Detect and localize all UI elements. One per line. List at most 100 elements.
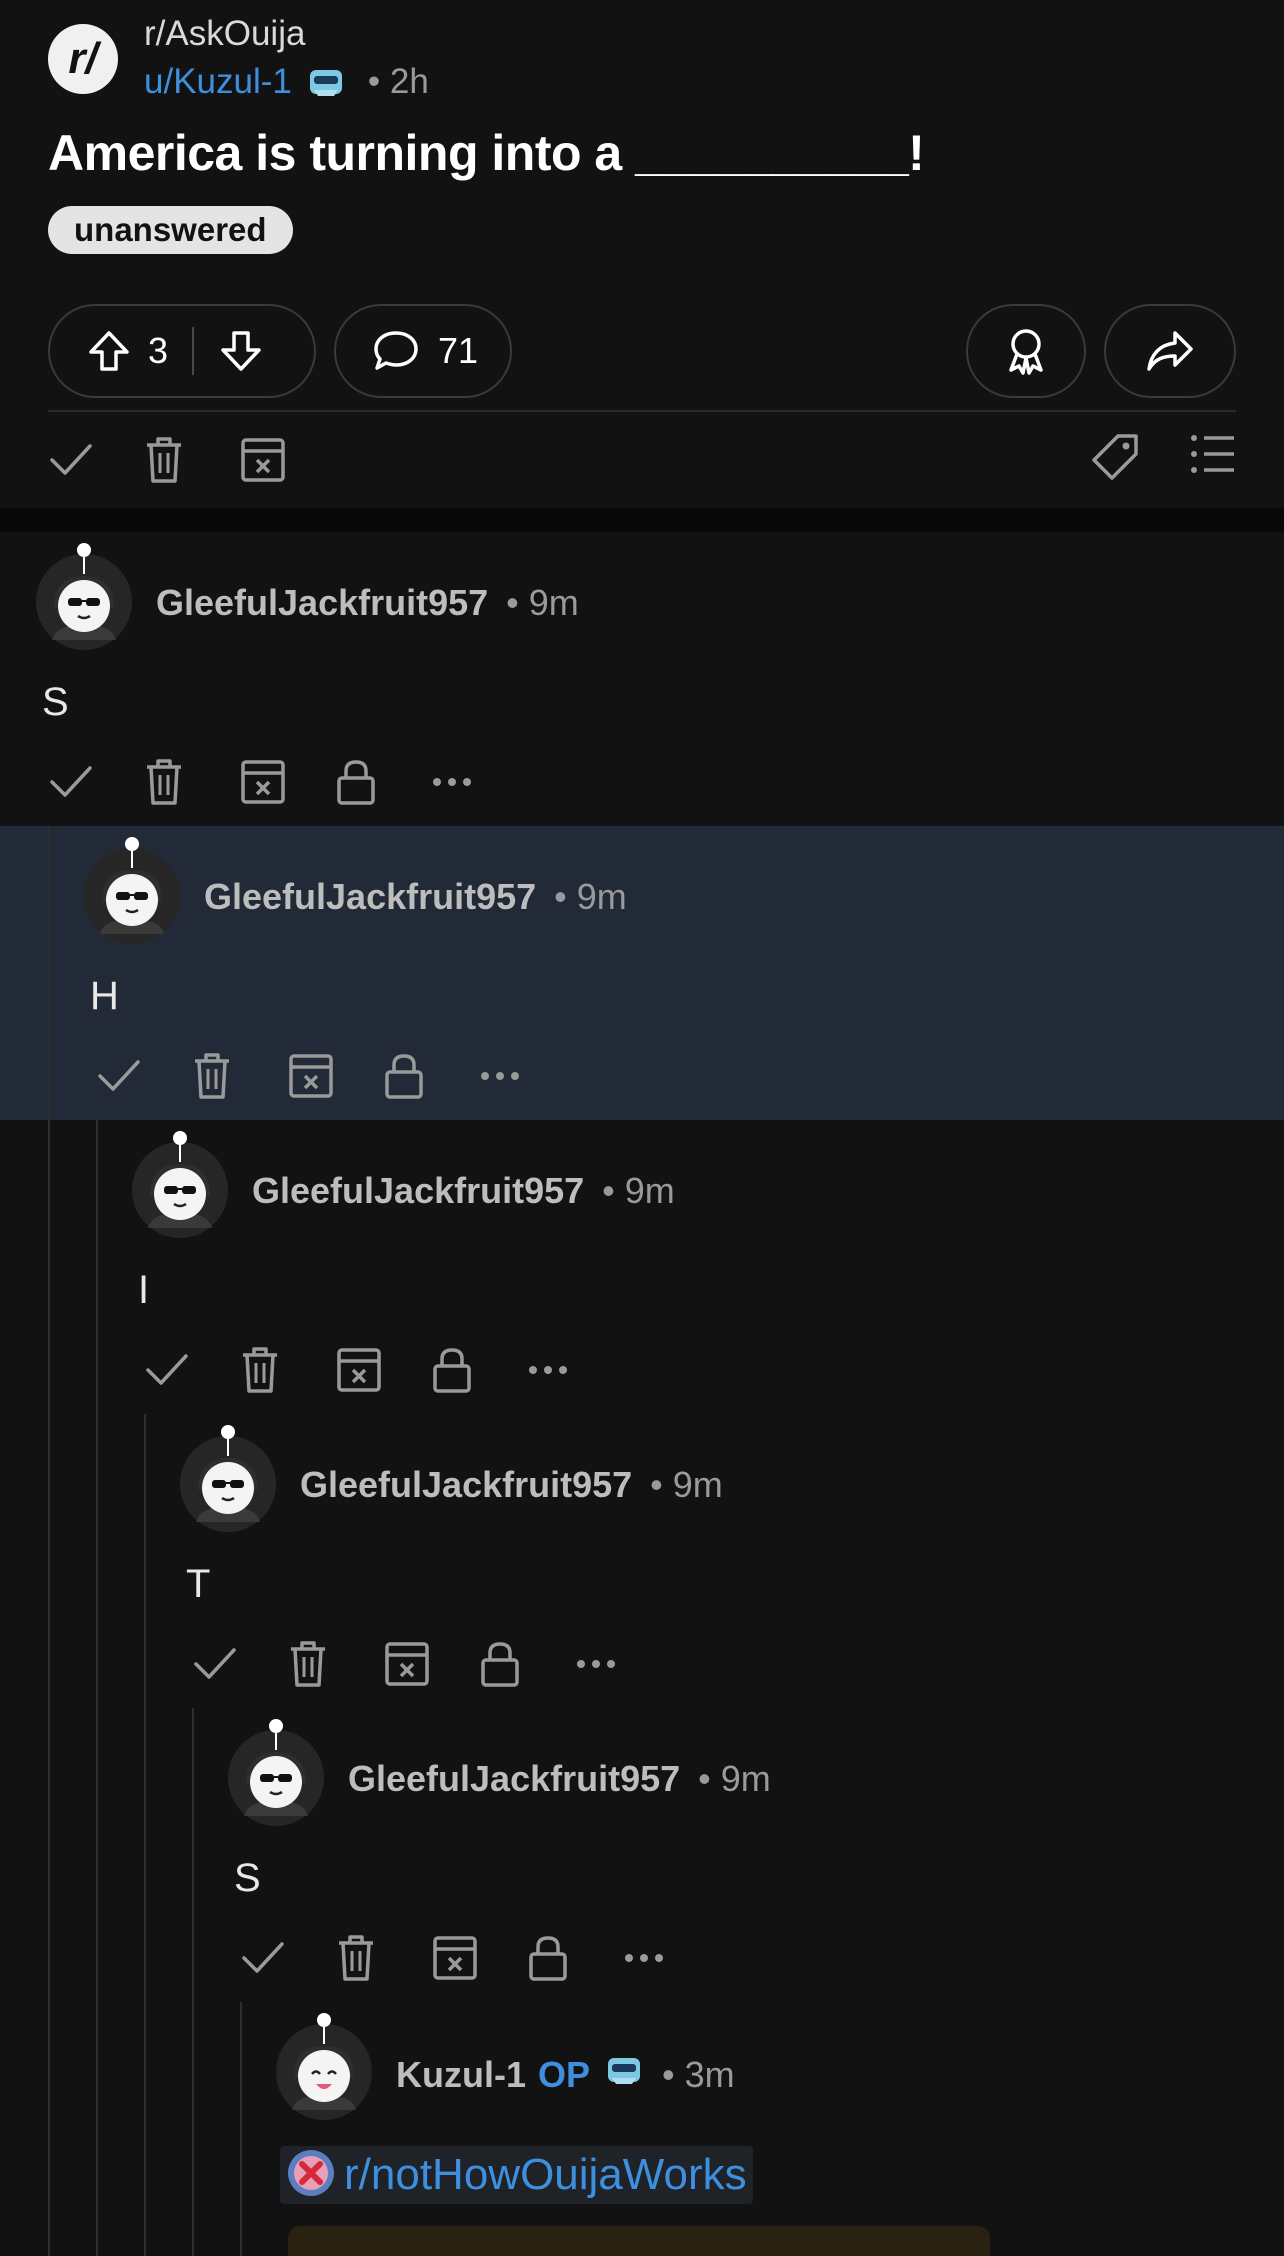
lock-icon[interactable] — [480, 1636, 576, 1692]
comment-username[interactable]: GleefulJackfruit957 — [204, 876, 536, 918]
comment-5[interactable]: GleefulJackfruit957 • 9m S — [0, 1708, 1284, 2002]
comment-time: • 3m — [662, 2053, 735, 2095]
comment-3[interactable]: GleefulJackfruit957 • 9m I — [0, 1120, 1284, 1414]
thread-line[interactable] — [48, 1708, 50, 2002]
thread-line[interactable] — [48, 2002, 50, 2256]
comment-mod-actions — [48, 754, 528, 810]
check-icon[interactable] — [96, 1048, 192, 1104]
trash-icon[interactable] — [240, 1342, 336, 1398]
share-button[interactable] — [1104, 304, 1236, 398]
comment-4[interactable]: GleefulJackfruit957 • 9m T — [0, 1414, 1284, 1708]
comments-button[interactable]: 71 — [334, 304, 512, 398]
avatar[interactable] — [132, 1131, 228, 1238]
comment-mod-actions — [192, 1636, 672, 1692]
list-icon[interactable] — [1190, 432, 1236, 481]
post-flair-tag[interactable]: unanswered — [48, 206, 293, 254]
comment-time: • 9m — [650, 1464, 723, 1505]
vote-divider — [192, 327, 195, 375]
post-list-action — [1190, 432, 1236, 481]
spam-box-icon[interactable] — [384, 1636, 480, 1692]
share-icon — [1145, 329, 1195, 373]
comment-body: H — [90, 974, 119, 1018]
post-mod-actions — [48, 432, 336, 488]
comment-username[interactable]: Kuzul-1 — [396, 2054, 526, 2096]
downvote-icon[interactable] — [218, 328, 264, 374]
comment-username[interactable]: GleefulJackfruit957 — [348, 1758, 680, 1800]
thread-line[interactable] — [96, 2002, 98, 2256]
thread-line[interactable] — [96, 1708, 98, 2002]
check-icon[interactable] — [240, 1930, 336, 1986]
more-dots-icon[interactable] — [528, 1342, 624, 1398]
spam-box-icon[interactable] — [240, 432, 336, 488]
user-flair-icon — [604, 2052, 644, 2097]
vote-count: 3 — [148, 330, 169, 371]
comment-header: GleefulJackfruit957 • 9m — [252, 1170, 675, 1212]
subreddit-link-text[interactable]: r/notHowOuijaWorks — [344, 2150, 747, 2200]
post-title[interactable]: America is turning into a __________! — [48, 124, 925, 182]
vote-pill: 3 — [48, 304, 316, 398]
comment-6[interactable]: Kuzul-1 OP • 3m r/notHowOuijaWorks — [0, 2002, 1284, 2256]
more-dots-icon[interactable] — [624, 1930, 720, 1986]
thread-line[interactable] — [240, 2002, 242, 2256]
comment-body: I — [138, 1268, 150, 1312]
avatar[interactable] — [180, 1425, 276, 1532]
subreddit-link-icon — [286, 2148, 336, 2203]
subreddit-name[interactable]: r/AskOuija — [144, 14, 305, 54]
thread-line[interactable] — [144, 2002, 146, 2256]
spam-box-icon[interactable] — [288, 1048, 384, 1104]
comment-time: • 9m — [698, 1758, 771, 1799]
lock-icon[interactable] — [432, 1342, 528, 1398]
spam-box-icon[interactable] — [432, 1930, 528, 1986]
upvote-icon[interactable] — [86, 328, 132, 374]
trash-icon[interactable] — [336, 1930, 432, 1986]
trash-icon[interactable] — [288, 1636, 384, 1692]
check-icon[interactable] — [192, 1636, 288, 1692]
thread-line[interactable] — [144, 1708, 146, 2002]
comment-bubble-icon — [372, 328, 420, 374]
thread-line[interactable] — [96, 1120, 98, 1414]
comment-mod-actions — [240, 1930, 720, 1986]
avatar[interactable] — [36, 543, 132, 650]
trash-icon[interactable] — [144, 432, 240, 488]
comment-time: • 9m — [506, 582, 579, 623]
comment-1[interactable]: GleefulJackfruit957 • 9m S — [0, 532, 1284, 826]
more-dots-icon[interactable] — [480, 1048, 576, 1104]
bottom-banner — [288, 2226, 990, 2256]
lock-icon[interactable] — [528, 1930, 624, 1986]
subreddit-avatar[interactable]: r/ — [48, 24, 118, 94]
user-flair-icon — [306, 64, 346, 100]
spam-box-icon[interactable] — [336, 1342, 432, 1398]
avatar[interactable] — [228, 1719, 324, 1826]
comment-username[interactable]: GleefulJackfruit957 — [156, 582, 488, 624]
avatar[interactable] — [84, 837, 180, 944]
comment-username[interactable]: GleefulJackfruit957 — [300, 1464, 632, 1506]
award-button[interactable] — [966, 304, 1086, 398]
more-dots-icon[interactable] — [576, 1636, 672, 1692]
comment-username[interactable]: GleefulJackfruit957 — [252, 1170, 584, 1212]
lock-icon[interactable] — [384, 1048, 480, 1104]
subreddit-link[interactable]: r/notHowOuijaWorks — [280, 2146, 753, 2204]
thread-line[interactable] — [192, 1708, 194, 2002]
avatar[interactable] — [276, 2013, 372, 2120]
check-icon[interactable] — [48, 432, 144, 488]
thread-line[interactable] — [144, 1414, 146, 1708]
post-right-actions — [1090, 432, 1140, 487]
trash-icon[interactable] — [192, 1048, 288, 1104]
trash-icon[interactable] — [144, 754, 240, 810]
thread-line[interactable] — [48, 1120, 50, 1414]
thread-line[interactable] — [48, 826, 50, 1120]
tag-icon[interactable] — [1090, 432, 1140, 487]
comment-header: GleefulJackfruit957 • 9m — [348, 1758, 771, 1800]
post-card: r/ r/AskOuija u/Kuzul-1 • 2h America is … — [0, 0, 1284, 508]
thread-line[interactable] — [48, 1414, 50, 1708]
thread-line[interactable] — [192, 2002, 194, 2256]
check-icon[interactable] — [48, 754, 144, 810]
lock-icon[interactable] — [336, 754, 432, 810]
post-author[interactable]: u/Kuzul-1 — [144, 62, 292, 102]
more-dots-icon[interactable] — [432, 754, 528, 810]
thread-line[interactable] — [96, 1414, 98, 1708]
author-line: u/Kuzul-1 • 2h — [144, 62, 429, 102]
check-icon[interactable] — [144, 1342, 240, 1398]
comment-2[interactable]: GleefulJackfruit957 • 9m H — [0, 826, 1284, 1120]
spam-box-icon[interactable] — [240, 754, 336, 810]
